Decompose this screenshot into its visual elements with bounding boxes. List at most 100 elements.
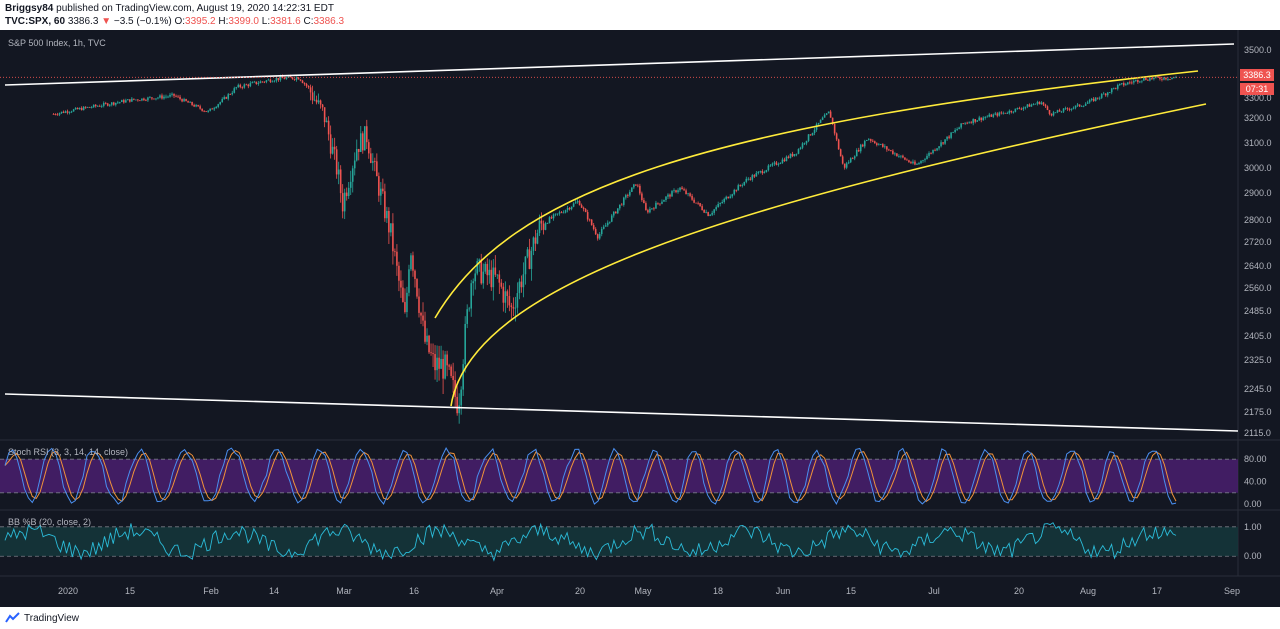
candle-body <box>408 269 410 293</box>
candle-body <box>313 99 316 101</box>
candle-body <box>141 98 143 101</box>
candle-body <box>498 274 501 283</box>
candle-body <box>679 187 681 191</box>
tradingview-logo[interactable]: TradingView <box>5 611 79 625</box>
low-value: 3381.6 <box>270 16 301 27</box>
price-tick-label: 3000.0 <box>1244 163 1272 173</box>
candle-body <box>785 156 788 162</box>
candle-body <box>62 111 65 113</box>
candle-body <box>213 108 215 110</box>
candle-body <box>912 161 914 164</box>
candle-body <box>66 111 69 113</box>
candle-body <box>102 103 105 106</box>
lower-trendline[interactable] <box>4 393 1239 432</box>
candle-body <box>472 281 475 284</box>
candle-body <box>701 206 703 210</box>
candle-body <box>412 255 414 271</box>
price-tick-label: 2640.0 <box>1244 261 1272 271</box>
candle-body <box>930 153 932 154</box>
candle-body <box>892 150 894 154</box>
candle-body <box>849 158 852 163</box>
candle-body <box>426 335 428 342</box>
x-tick-label: Jul <box>928 586 940 596</box>
candle-body <box>1167 79 1169 80</box>
candle-body <box>627 195 629 196</box>
candle-body <box>629 191 631 196</box>
candle-body <box>1082 105 1085 107</box>
candle-body <box>382 188 384 192</box>
candle-body <box>486 263 489 276</box>
candle-body <box>100 105 103 107</box>
candle-body <box>783 159 786 162</box>
candle-body <box>934 149 936 151</box>
candle-body <box>1032 104 1035 106</box>
candle-body <box>1056 110 1059 113</box>
candle-body <box>886 146 888 150</box>
candle-body <box>502 286 505 303</box>
price-pane-legend: S&P 500 Index, 1h, TVC <box>8 38 106 48</box>
candle-body <box>135 99 137 101</box>
candle-body <box>400 280 402 288</box>
candle-body <box>96 105 99 107</box>
candle-body <box>94 104 97 107</box>
price-tick-label: 2900.0 <box>1244 188 1272 198</box>
candle-body <box>582 207 585 210</box>
candle-body <box>119 102 121 103</box>
candle-body <box>86 106 89 108</box>
candle-body <box>265 80 268 82</box>
candle-body <box>1020 108 1023 110</box>
candle-body <box>1147 79 1149 81</box>
candle-body <box>418 296 420 313</box>
candle-body <box>749 178 752 180</box>
candle-body <box>602 226 605 229</box>
candle-body <box>351 168 354 182</box>
author-name[interactable]: Briggsy84 <box>5 3 53 14</box>
candle-body <box>370 153 372 163</box>
candle-body <box>747 178 750 180</box>
candle-body <box>827 111 830 114</box>
candle-body <box>440 358 442 369</box>
candle-body <box>512 307 515 309</box>
x-tick-label: 16 <box>409 586 419 596</box>
drawings[interactable] <box>0 43 1239 432</box>
candle-body <box>829 111 832 118</box>
candle-body <box>606 222 609 226</box>
candle-body <box>143 98 145 101</box>
candle-body <box>1066 108 1069 110</box>
candle-body <box>337 169 340 175</box>
candle-body <box>594 229 597 235</box>
candle-body <box>98 105 101 107</box>
candle-body <box>781 159 784 163</box>
x-tick-label: Apr <box>490 586 504 596</box>
chart-panel[interactable]: 3500.0 3300.0 3200.0 3100.0 3000.0 2900.0 2800… <box>0 30 1280 607</box>
candle-body <box>884 146 886 148</box>
candle-body <box>193 104 195 107</box>
upper-trendline[interactable] <box>4 43 1235 86</box>
candle-body <box>137 99 139 101</box>
candle-body <box>197 105 199 107</box>
candle-body <box>241 87 244 88</box>
candle-body <box>452 375 454 381</box>
candle-body <box>823 114 826 118</box>
candle-body <box>207 110 209 112</box>
price-tick-label: 2720.0 <box>1244 237 1272 247</box>
candle-body <box>528 249 531 269</box>
candle-body <box>398 265 400 281</box>
candle-body <box>349 181 352 188</box>
chart-canvas[interactable]: 3500.03300.03200.03100.03000.02900.02800… <box>0 30 1280 607</box>
candle-body <box>683 189 685 191</box>
candle-body <box>70 111 73 113</box>
candle-body <box>396 251 398 266</box>
candle-body <box>703 209 705 213</box>
candle-body <box>1161 78 1163 80</box>
candle-body <box>1114 87 1117 89</box>
candle-body <box>536 233 539 244</box>
candle-body <box>500 282 503 287</box>
stoch-tick-label: 80.00 <box>1244 454 1267 464</box>
candle-body <box>1038 101 1041 105</box>
candle-body <box>179 96 181 100</box>
candle-body <box>902 155 904 158</box>
channel-lower-curve[interactable] <box>450 103 1207 407</box>
candle-body <box>167 96 169 98</box>
candle-body <box>1153 77 1155 80</box>
